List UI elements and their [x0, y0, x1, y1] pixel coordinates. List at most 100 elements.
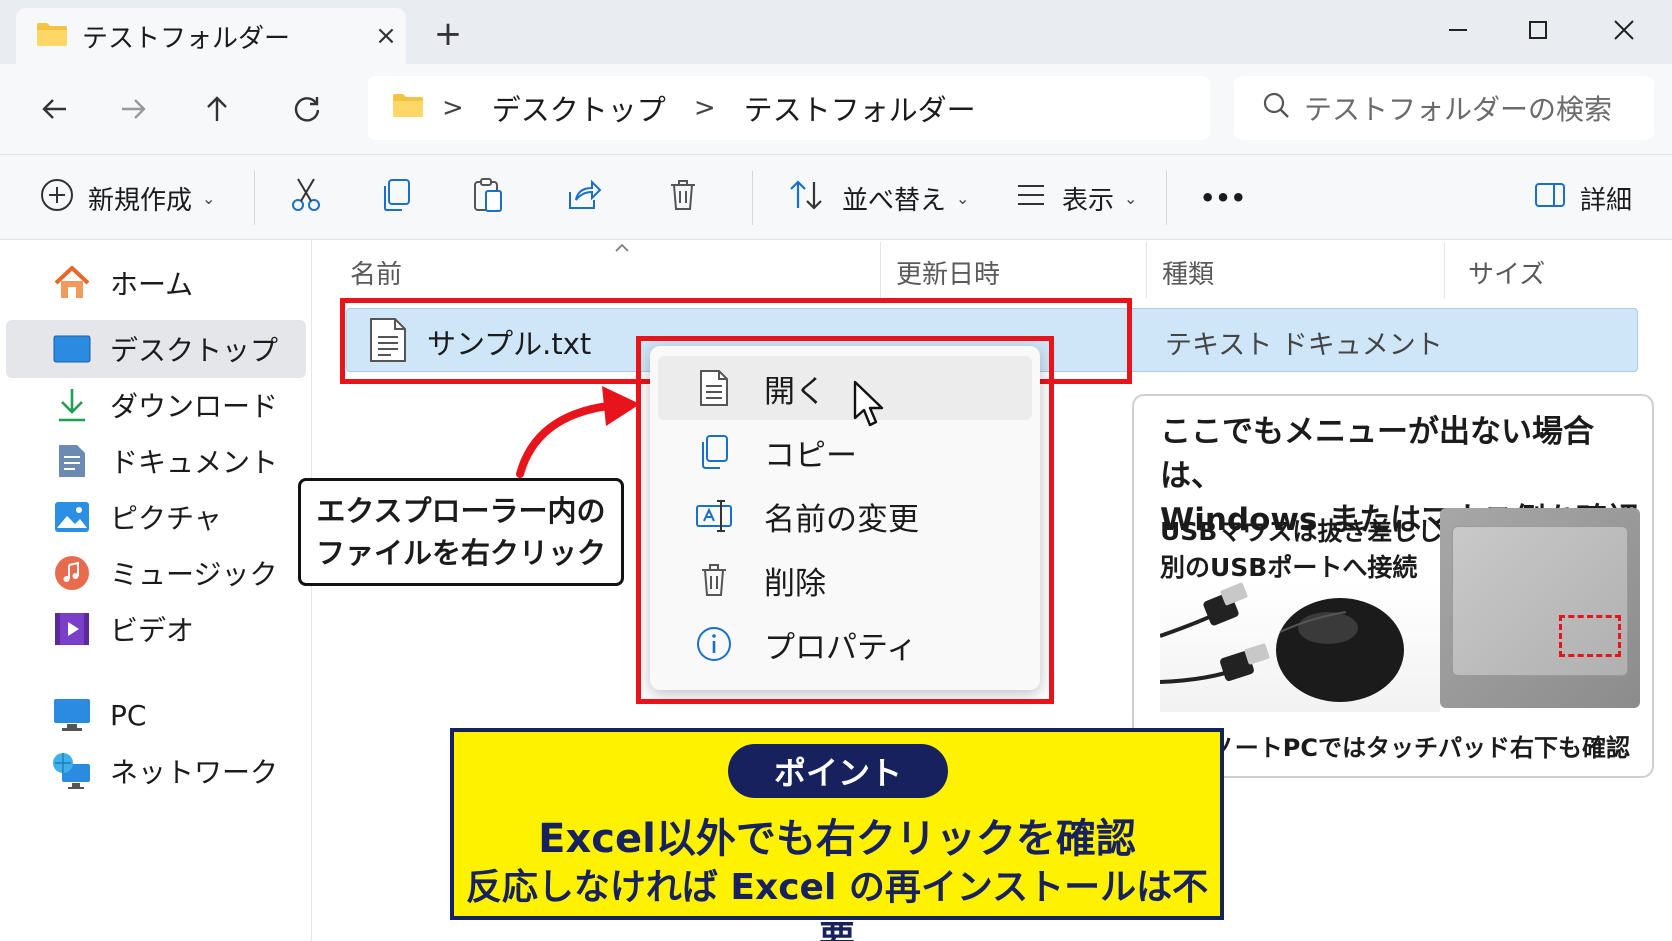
sort-label: 並べ替え: [842, 185, 947, 216]
sidebar-item-label: ミュージック: [110, 558, 278, 591]
share-button[interactable]: [566, 173, 602, 223]
navigation-pane: ホーム デスクトップ ダウンロード ドキュメント ピクチャ ミュージック ビデオ…: [0, 240, 312, 941]
address-row: > デスクトップ > テストフォルダー テストフォルダーの検索: [0, 64, 1672, 154]
delete-button[interactable]: [668, 173, 698, 223]
info-sub-line-2: 別のUSBポートへ接続: [1160, 553, 1418, 582]
column-header-name[interactable]: 名前: [350, 254, 402, 291]
scissors-icon: [290, 177, 322, 220]
sidebar-item-pictures[interactable]: ピクチャ: [6, 488, 306, 546]
breadcrumb-separator: >: [442, 93, 464, 123]
sidebar-item-network[interactable]: ネットワーク: [6, 742, 306, 800]
document-icon: [52, 441, 92, 481]
sidebar-item-pc[interactable]: PC: [6, 686, 306, 744]
file-type: テキスト ドキュメント: [1165, 330, 1443, 361]
view-label: 表示: [1062, 185, 1115, 216]
maximize-button[interactable]: [1508, 8, 1568, 52]
refresh-button[interactable]: [280, 82, 334, 136]
info-sub-line-1: USBマウスは抜き差しし、: [1160, 517, 1468, 546]
toolbar-divider: [1166, 171, 1167, 225]
point-box: ポイント Excel以外でも右クリックを確認 反応しなければ Excel の再イ…: [450, 728, 1224, 941]
paste-button[interactable]: [472, 173, 504, 223]
pictures-icon: [52, 497, 92, 537]
sidebar-item-videos[interactable]: ビデオ: [6, 600, 306, 658]
command-bar: 新規作成 ⌄ 並べ替え ⌄ 表示 ⌄ ••• 詳細: [0, 154, 1672, 240]
context-menu-highlight-box: [636, 336, 1054, 704]
title-bar: テストフォルダー × +: [0, 0, 1672, 64]
callout-line-2: ファイルを右クリック: [315, 536, 606, 570]
callout-line-1: エクスプローラー内の: [316, 494, 606, 528]
details-label: 詳細: [1580, 185, 1633, 216]
share-icon: [566, 178, 602, 219]
sidebar-item-label: PC: [110, 698, 147, 732]
new-label: 新規作成: [88, 185, 193, 216]
copy-icon: [380, 178, 412, 219]
touchpad-right-click-area: [1559, 615, 1621, 657]
details-pane-icon: [1534, 181, 1566, 216]
music-icon: [52, 553, 92, 593]
sort-arrows-icon: [788, 178, 824, 219]
sidebar-item-home[interactable]: ホーム: [6, 254, 306, 312]
home-icon: [52, 263, 92, 303]
callout-right-click: エクスプローラー内の ファイルを右クリック: [298, 478, 624, 586]
video-icon: [52, 609, 92, 649]
chevron-down-icon: ⌄: [956, 188, 970, 208]
new-button[interactable]: 新規作成 ⌄: [40, 173, 215, 223]
folder-icon: [36, 21, 68, 51]
minimize-button[interactable]: [1428, 8, 1488, 52]
sidebar-item-label: ダウンロード: [110, 390, 279, 423]
forward-button[interactable]: [106, 82, 160, 136]
trash-icon: [668, 178, 698, 219]
folder-icon: [392, 91, 424, 125]
tab-test-folder[interactable]: テストフォルダー ×: [16, 8, 406, 64]
copy-button[interactable]: [380, 173, 412, 223]
network-icon: [52, 751, 92, 791]
column-header-type[interactable]: 種類: [1162, 254, 1214, 291]
sidebar-item-label: ピクチャ: [110, 502, 222, 535]
toolbar-divider: [752, 171, 753, 225]
sidebar-item-label: デスクトップ: [110, 334, 279, 367]
view-button[interactable]: 表示 ⌄: [1016, 173, 1137, 223]
breadcrumb-desktop[interactable]: デスクトップ: [492, 87, 666, 129]
point-badge: ポイント: [728, 744, 948, 798]
up-button[interactable]: [190, 82, 244, 136]
column-header-modified[interactable]: 更新日時: [896, 254, 1000, 291]
search-box[interactable]: テストフォルダーの検索: [1234, 76, 1654, 140]
sort-indicator-icon: [614, 238, 630, 257]
sidebar-item-label: ホーム: [110, 268, 194, 301]
cut-button[interactable]: [290, 173, 322, 223]
breadcrumb-separator: >: [693, 93, 716, 123]
usb-mouse-image: [1159, 582, 1440, 712]
close-window-button[interactable]: [1594, 8, 1654, 52]
sidebar-item-downloads[interactable]: ダウンロード: [6, 376, 306, 434]
toolbar-divider: [254, 171, 255, 225]
sidebar-item-desktop[interactable]: デスクトップ: [6, 320, 306, 378]
column-header-size[interactable]: サイズ: [1468, 254, 1545, 291]
pc-icon: [52, 695, 92, 735]
touchpad-image: [1440, 508, 1640, 708]
sidebar-item-music[interactable]: ミュージック: [6, 544, 306, 602]
sidebar-item-documents[interactable]: ドキュメント: [6, 432, 306, 490]
tab-close-button[interactable]: ×: [366, 21, 406, 51]
more-options-button[interactable]: •••: [1200, 173, 1246, 223]
point-line-1: Excel以外でも右クリックを確認: [538, 816, 1136, 862]
mouse-pointer-icon: [852, 380, 886, 432]
point-line-2: 反応しなければ Excel の再インストールは不要: [465, 867, 1209, 941]
info-subtitle: USBマウスは抜き差しし、 別のUSBポートへ接続: [1160, 514, 1467, 586]
search-icon: [1262, 91, 1290, 126]
address-bar[interactable]: > デスクトップ > テストフォルダー: [368, 76, 1210, 140]
desktop-icon: [52, 329, 92, 369]
pointer-arrow-icon: [512, 384, 642, 484]
tab-title: テストフォルダー: [82, 23, 291, 54]
breadcrumb-test-folder[interactable]: テストフォルダー: [744, 87, 976, 129]
clipboard-icon: [472, 177, 504, 220]
sidebar-item-label: ネットワーク: [110, 756, 279, 789]
sidebar-item-label: ドキュメント: [110, 446, 279, 479]
plus-circle-icon: [40, 178, 74, 219]
info-caption: ノートPCではタッチパッド右下も確認: [1210, 734, 1630, 762]
sort-button[interactable]: 並べ替え ⌄: [788, 173, 969, 223]
back-button[interactable]: [28, 82, 82, 136]
column-divider: [880, 242, 881, 298]
new-tab-button[interactable]: +: [428, 14, 468, 54]
column-divider: [1146, 242, 1147, 298]
details-pane-button[interactable]: 詳細: [1534, 173, 1632, 223]
